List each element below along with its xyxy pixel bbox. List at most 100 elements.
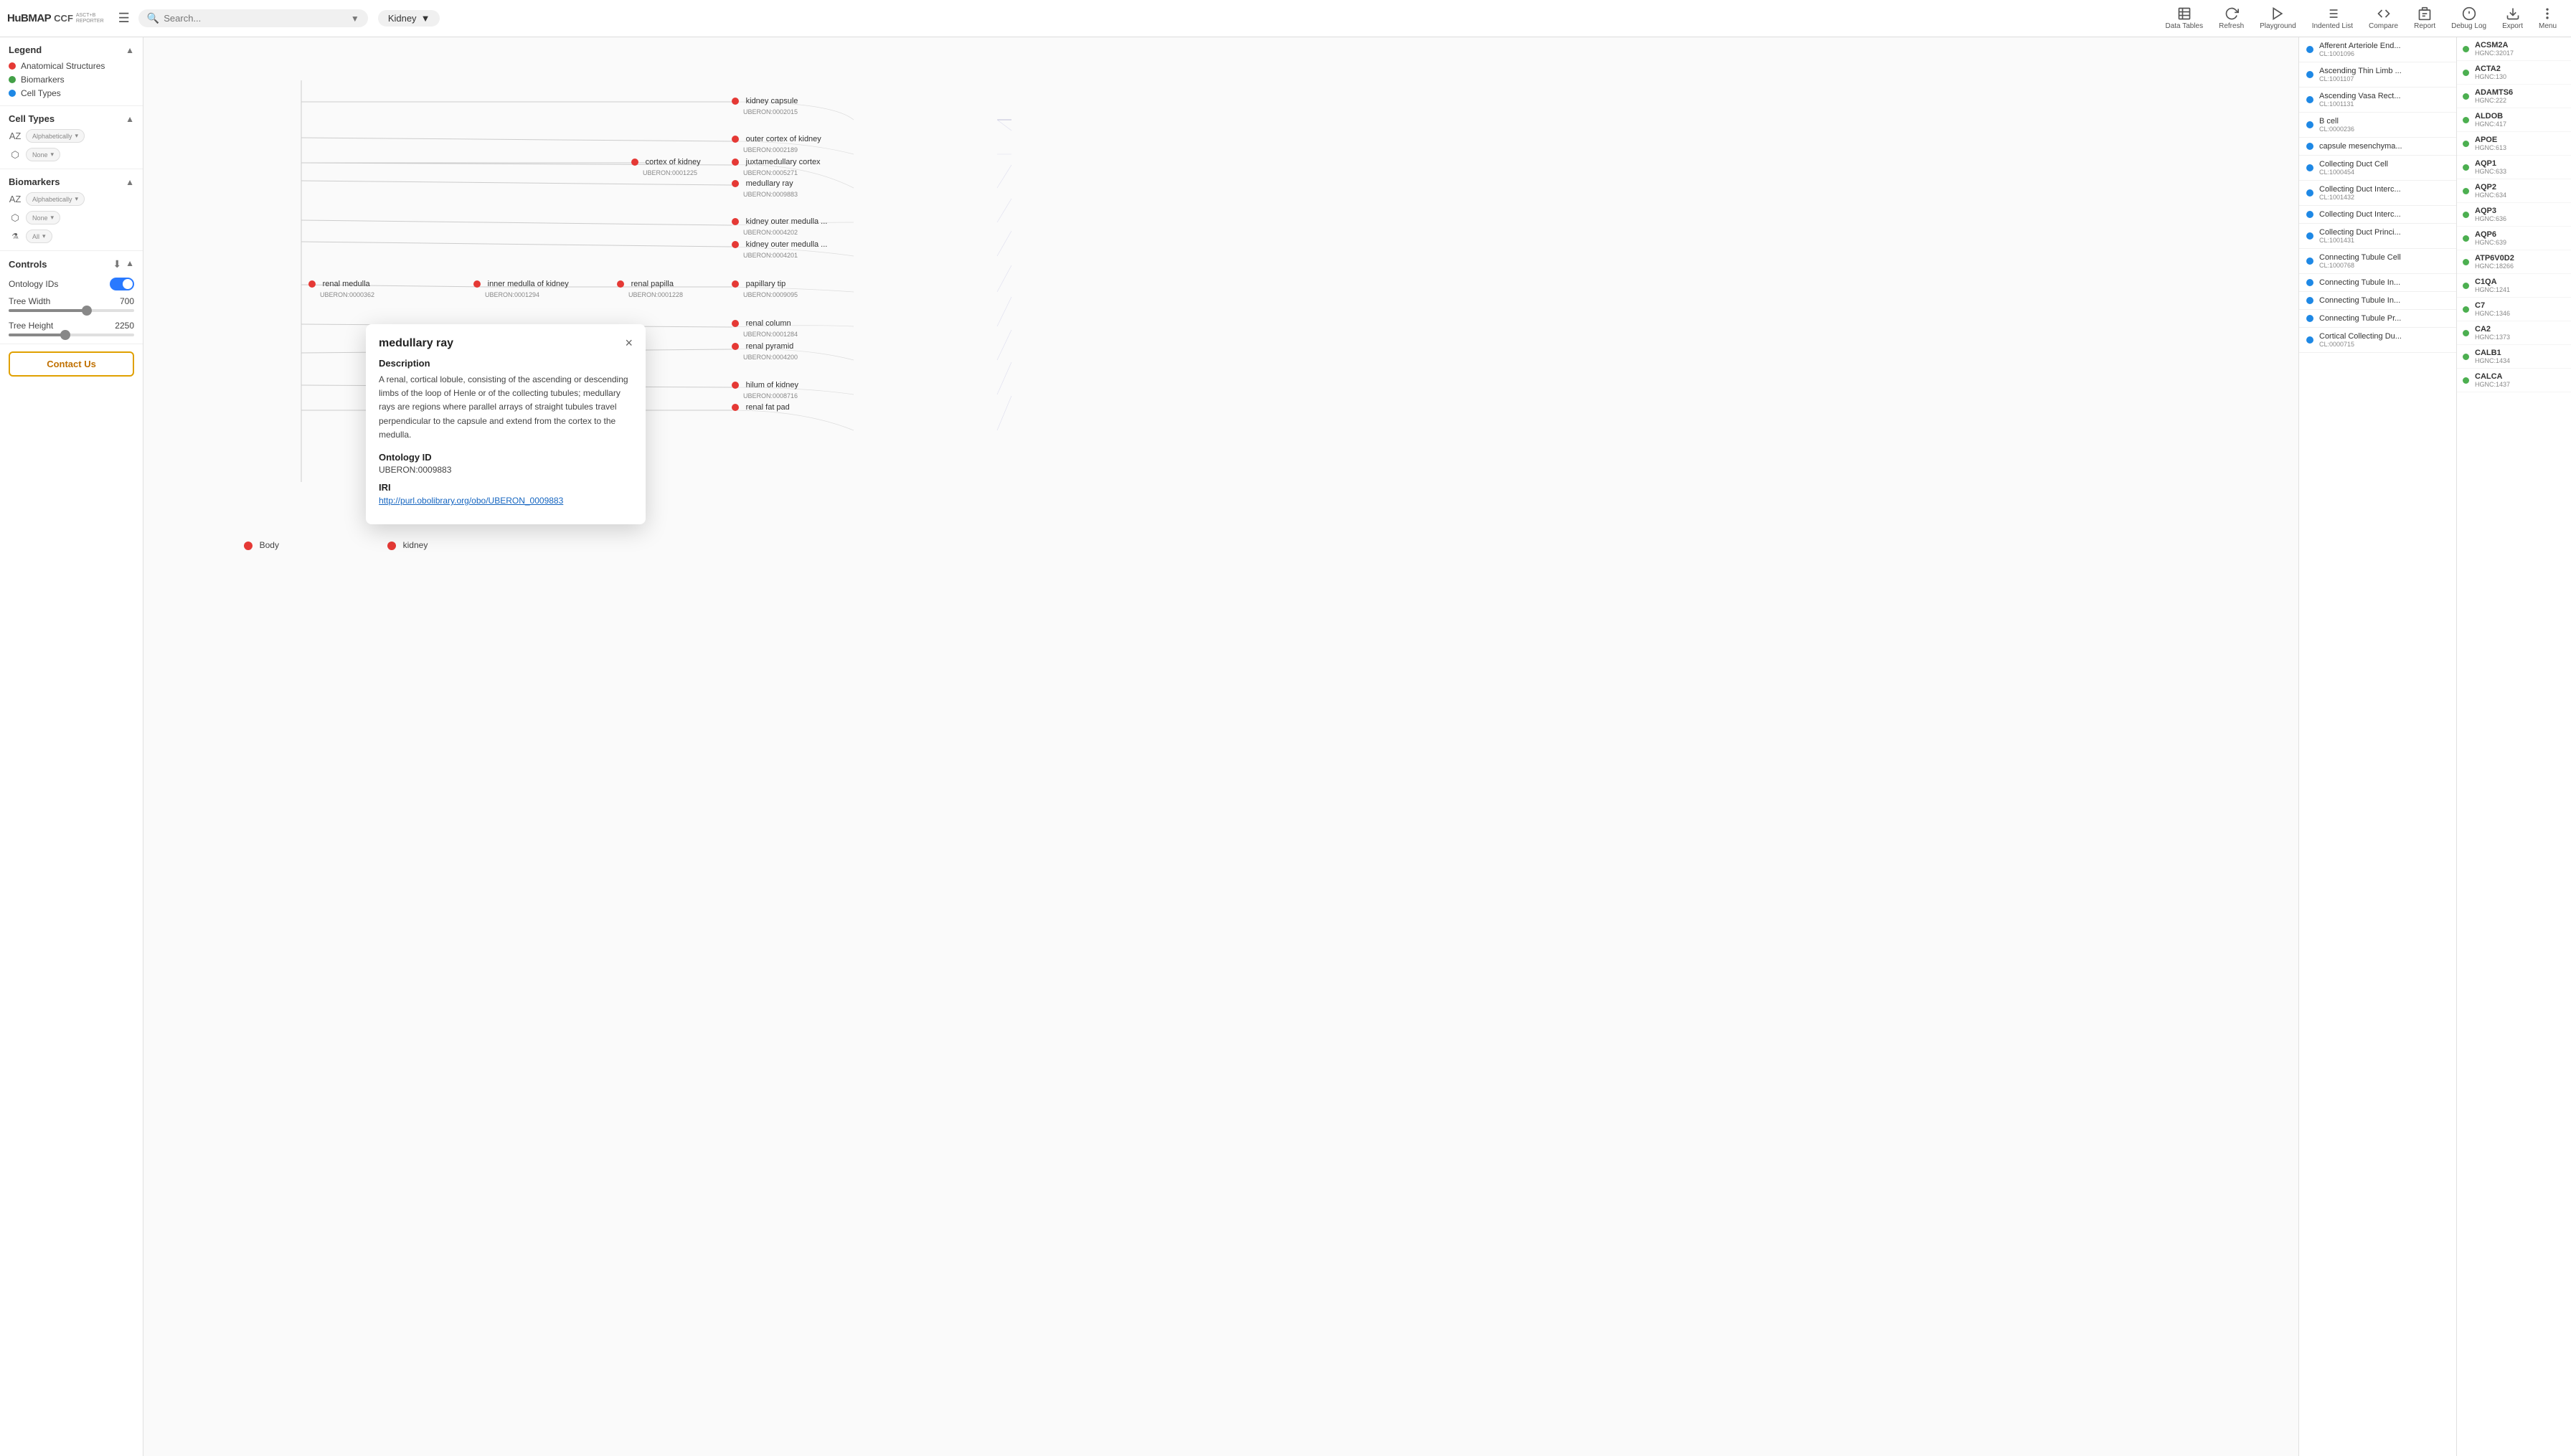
biomarkers-group-select[interactable]: None ▾ (26, 211, 60, 224)
biomarker-name: AQP3 (2475, 207, 2506, 215)
node-cortex-kidney[interactable]: cortex of kidney UBERON:0001225 (631, 156, 701, 177)
cell-type-item[interactable]: Afferent Arteriole End... CL:1001096 (2299, 37, 2456, 62)
legend-item: Cell Types (9, 88, 134, 98)
compare-button[interactable]: Compare (2362, 4, 2405, 33)
biomarker-item[interactable]: AQP6 HGNC:639 (2457, 227, 2571, 250)
node-kidney-capsule[interactable]: kidney capsule UBERON:0002015 (732, 95, 798, 116)
cell-type-item[interactable]: Collecting Duct Interc... CL:1001432 (2299, 181, 2456, 206)
biomarker-item[interactable]: CA2 HGNC:1373 (2457, 321, 2571, 345)
node-papillary-tip[interactable]: papillary tip UBERON:0009095 (732, 278, 798, 299)
legend-items: Anatomical StructuresBiomarkersCell Type… (9, 61, 134, 98)
data-tables-button[interactable]: Data Tables (2158, 4, 2210, 33)
cell-type-item[interactable]: Ascending Vasa Rect... CL:1001131 (2299, 88, 2456, 113)
biomarker-item[interactable]: ATP6V0D2 HGNC:18266 (2457, 250, 2571, 274)
modal-iri-link[interactable]: http://purl.obolibrary.org/obo/UBERON_00… (379, 496, 563, 506)
cell-type-dot (2306, 315, 2313, 322)
cell-type-item[interactable]: Ascending Thin Limb ... CL:1001107 (2299, 62, 2456, 88)
cell-types-group-chevron: ▾ (51, 151, 55, 159)
modal-close-button[interactable]: × (625, 336, 633, 351)
node-renal-pyramid[interactable]: renal pyramid UBERON:0004200 (732, 340, 798, 361)
biomarker-item[interactable]: ACSM2A HGNC:32017 (2457, 37, 2571, 61)
biomarker-item[interactable]: APOE HGNC:613 (2457, 132, 2571, 156)
export-label: Export (2502, 22, 2523, 30)
biomarkers-sort-select[interactable]: Alphabetically ▾ (26, 192, 85, 206)
export-button[interactable]: Export (2495, 4, 2530, 33)
cell-type-item[interactable]: Connecting Tubule In... (2299, 274, 2456, 292)
refresh-button[interactable]: Refresh (2212, 4, 2251, 33)
contact-us-button[interactable]: Contact Us (9, 351, 134, 377)
biomarker-dot (2463, 93, 2469, 100)
cell-types-sort-select[interactable]: Alphabetically ▾ (26, 129, 85, 143)
biomarkers-header[interactable]: Biomarkers ▲ (9, 176, 134, 187)
modal-ontology-section: Ontology ID UBERON:0009883 (379, 452, 633, 475)
ontology-ids-row: Ontology IDs (9, 278, 134, 290)
biomarker-item[interactable]: AQP3 HGNC:636 (2457, 203, 2571, 227)
node-kidney-bottom[interactable]: kidney (387, 539, 428, 550)
controls-collapse-icon[interactable]: ▲ (126, 258, 134, 270)
modal-ontology-value: UBERON:0009883 (379, 465, 633, 475)
cell-types-sort-row: AZ Alphabetically ▾ (9, 129, 134, 143)
debug-log-button[interactable]: Debug Log (2444, 4, 2494, 33)
organ-selector[interactable]: Kidney ▼ (378, 10, 440, 27)
cell-type-item[interactable]: Connecting Tubule Pr... (2299, 310, 2456, 328)
cell-types-group-select[interactable]: None ▾ (26, 148, 60, 161)
node-inner-medulla[interactable]: inner medulla of kidney UBERON:0001294 (473, 278, 569, 299)
cell-type-name: Collecting Duct Interc... (2319, 185, 2401, 194)
biomarker-text: ATP6V0D2 HGNC:18266 (2475, 254, 2514, 270)
cell-type-item[interactable]: Connecting Tubule In... (2299, 292, 2456, 310)
cell-types-header[interactable]: Cell Types ▲ (9, 113, 134, 124)
biomarker-item[interactable]: ALDOB HGNC:417 (2457, 108, 2571, 132)
node-body[interactable]: Body (244, 539, 279, 550)
biomarker-item[interactable]: ADAMTS6 HGNC:222 (2457, 85, 2571, 108)
node-kidney-outer-medulla1[interactable]: kidney outer medulla ... UBERON:0004202 (732, 215, 827, 237)
node-hilum[interactable]: hilum of kidney UBERON:0008716 (732, 379, 798, 400)
tree-width-thumb[interactable] (82, 306, 92, 316)
search-input[interactable] (164, 13, 346, 24)
biomarker-item[interactable]: AQP2 HGNC:634 (2457, 179, 2571, 203)
indented-list-button[interactable]: Indented List (2305, 4, 2360, 33)
biomarker-name: AQP6 (2475, 230, 2506, 239)
report-button[interactable]: Report (2407, 4, 2443, 33)
playground-button[interactable]: Playground (2252, 4, 2303, 33)
node-renal-medulla[interactable]: renal medulla UBERON:0000362 (308, 278, 374, 299)
tree-height-track[interactable] (9, 334, 134, 336)
search-dropdown-icon[interactable]: ▼ (351, 14, 359, 24)
controls-title: Controls (9, 259, 47, 270)
biomarkers-group-icon: ⬡ (9, 212, 22, 224)
biomarker-item[interactable]: AQP1 HGNC:633 (2457, 156, 2571, 179)
cell-type-item[interactable]: capsule mesenchyma... (2299, 138, 2456, 156)
tree-height-value: 2250 (115, 321, 134, 331)
hamburger-button[interactable]: ☰ (114, 6, 134, 30)
modal-title: medullary ray (379, 337, 453, 350)
biomarker-item[interactable]: ACTA2 HGNC:130 (2457, 61, 2571, 85)
node-juxtamedullary[interactable]: juxtamedullary cortex UBERON:0005271 (732, 156, 821, 177)
node-kidney-outer-medulla2[interactable]: kidney outer medulla ... UBERON:0004201 (732, 238, 827, 260)
biomarkers-filter-select[interactable]: All ▾ (26, 230, 52, 243)
cell-type-item[interactable]: Collecting Duct Interc... (2299, 206, 2456, 224)
cell-type-name: Afferent Arteriole End... (2319, 42, 2401, 50)
node-medullary-ray[interactable]: medullary ray UBERON:0009883 (732, 177, 798, 199)
cell-type-item[interactable]: Collecting Duct Cell CL:1000454 (2299, 156, 2456, 181)
cell-type-name: Cortical Collecting Du... (2319, 332, 2402, 341)
biomarker-item[interactable]: C7 HGNC:1346 (2457, 298, 2571, 321)
cell-type-item[interactable]: Collecting Duct Princi... CL:1001431 (2299, 224, 2456, 249)
menu-button[interactable]: Menu (2532, 4, 2564, 33)
biomarker-id: HGNC:1346 (2475, 310, 2510, 317)
biomarker-dot (2463, 306, 2469, 313)
node-outer-cortex[interactable]: outer cortex of kidney UBERON:0002189 (732, 133, 821, 154)
biomarker-item[interactable]: CALB1 HGNC:1434 (2457, 345, 2571, 369)
tree-width-track[interactable] (9, 309, 134, 312)
cell-types-panel: Afferent Arteriole End... CL:1001096 Asc… (2298, 37, 2456, 1456)
node-renal-papilla[interactable]: renal papilla UBERON:0001228 (617, 278, 683, 299)
node-renal-fat[interactable]: renal fat pad (732, 401, 790, 412)
cell-type-item[interactable]: Cortical Collecting Du... CL:0000715 (2299, 328, 2456, 353)
legend-header[interactable]: Legend ▲ (9, 44, 134, 55)
biomarker-item[interactable]: C1QA HGNC:1241 (2457, 274, 2571, 298)
tree-height-thumb[interactable] (60, 330, 70, 340)
cell-type-item[interactable]: Connecting Tubule Cell CL:1000768 (2299, 249, 2456, 274)
biomarker-item[interactable]: CALCA HGNC:1437 (2457, 369, 2571, 392)
node-renal-column[interactable]: renal column UBERON:0001284 (732, 317, 798, 339)
controls-download-icon[interactable]: ⬇ (113, 258, 121, 270)
ontology-ids-toggle[interactable] (110, 278, 134, 290)
cell-type-item[interactable]: B cell CL:0000236 (2299, 113, 2456, 138)
